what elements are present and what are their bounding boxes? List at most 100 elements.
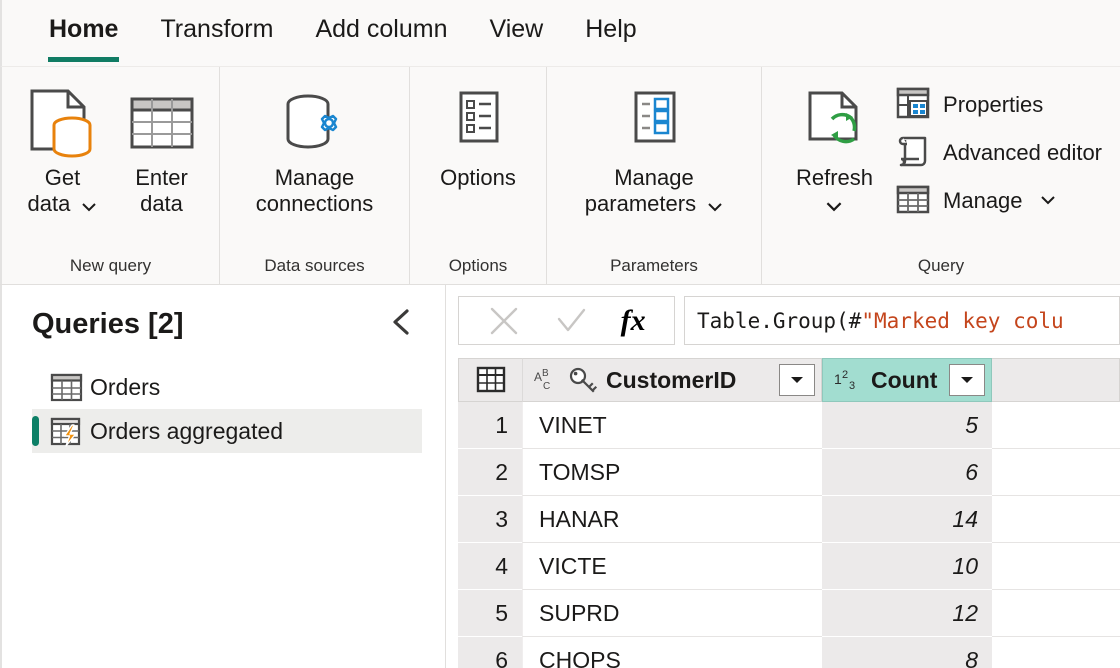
- options-label: Options: [440, 165, 516, 191]
- manage-parameters-icon: [623, 81, 685, 165]
- tab-help[interactable]: Help: [564, 0, 657, 66]
- row-filler: [992, 496, 1120, 543]
- queries-pane: Queries [2]: [0, 285, 446, 668]
- cell-customerid[interactable]: TOMSP: [522, 449, 822, 496]
- column-header-customerid[interactable]: A B C CustomerID: [522, 358, 822, 402]
- queries-list: Orders Orders aggre: [2, 365, 448, 453]
- row-number: 3: [458, 496, 522, 543]
- cell-count[interactable]: 14: [822, 496, 992, 543]
- cell-count[interactable]: 6: [822, 449, 992, 496]
- options-button[interactable]: Options: [430, 77, 526, 191]
- options-icon: [447, 81, 509, 165]
- manage-connections-button[interactable]: Manage connections: [246, 77, 383, 216]
- advanced-editor-icon: [895, 133, 931, 174]
- formula-text: Table.Group(#"Marked key colu: [697, 309, 1064, 333]
- table-row[interactable]: 5 SUPRD 12: [458, 590, 1120, 637]
- chevron-left-icon[interactable]: [380, 303, 422, 346]
- manage-parameters-label-line2: parameters: [585, 191, 723, 218]
- power-query-editor: Home Transform Add column View Help: [0, 0, 1120, 668]
- advanced-editor-button[interactable]: Advanced editor: [887, 129, 1110, 177]
- chevron-down-icon[interactable]: [825, 192, 843, 218]
- properties-icon: [895, 85, 931, 126]
- data-grid: A B C CustomerID: [458, 358, 1120, 668]
- query-item-orders-aggregated[interactable]: Orders aggregated: [32, 409, 422, 453]
- chevron-down-icon[interactable]: [707, 192, 723, 218]
- cell-count[interactable]: 5: [822, 402, 992, 449]
- key-icon: [569, 367, 599, 393]
- tab-transform[interactable]: Transform: [139, 0, 294, 66]
- ribbon-group-label-parameters: Parameters: [547, 256, 761, 284]
- cell-customerid[interactable]: VINET: [522, 402, 822, 449]
- manage-button[interactable]: Manage: [887, 177, 1110, 225]
- properties-button[interactable]: Properties: [887, 81, 1110, 129]
- ribbon-group-data-sources: Manage connections Data sources: [219, 67, 409, 284]
- enter-data-icon: [126, 81, 198, 165]
- svg-text:2: 2: [842, 369, 848, 381]
- manage-connections-label-line1: Manage: [275, 165, 355, 191]
- filter-dropdown-icon[interactable]: [949, 364, 985, 396]
- svg-text:A: A: [534, 370, 542, 384]
- cell-customerid[interactable]: HANAR: [522, 496, 822, 543]
- cell-customerid[interactable]: CHOPS: [522, 637, 822, 668]
- tab-view[interactable]: View: [468, 0, 564, 66]
- grid-header-row: A B C CustomerID: [458, 358, 1120, 402]
- ribbon-body: Get data: [0, 66, 1120, 284]
- column-header-count[interactable]: 1 2 3 Count: [822, 358, 992, 402]
- svg-text:3: 3: [849, 380, 855, 392]
- advanced-editor-label: Advanced editor: [943, 140, 1102, 166]
- refresh-button[interactable]: Refresh: [786, 77, 883, 217]
- chevron-down-icon[interactable]: [1040, 192, 1056, 210]
- tab-add-column-label: Add column: [315, 15, 447, 43]
- grid-header-filler: [992, 358, 1120, 402]
- queries-pane-title: Queries [2]: [32, 308, 184, 341]
- manage-parameters-button[interactable]: Manage parameters: [575, 77, 733, 217]
- chevron-down-icon[interactable]: [81, 192, 97, 218]
- select-all-table-icon[interactable]: [458, 358, 522, 402]
- enter-data-button[interactable]: Enter data: [116, 77, 208, 216]
- row-filler: [992, 590, 1120, 637]
- table-icon: [50, 371, 90, 404]
- cell-count[interactable]: 8: [822, 637, 992, 668]
- get-data-icon: [24, 81, 102, 165]
- cell-customerid[interactable]: SUPRD: [522, 590, 822, 637]
- query-small-buttons: Properties Advanced editor: [887, 77, 1110, 225]
- tab-add-column[interactable]: Add column: [294, 0, 468, 66]
- tab-home[interactable]: Home: [28, 0, 139, 66]
- table-row[interactable]: 1 VINET 5: [458, 402, 1120, 449]
- column-header-customerid-label: CustomerID: [606, 367, 772, 394]
- properties-label: Properties: [943, 92, 1043, 118]
- filter-dropdown-icon[interactable]: [779, 364, 815, 396]
- 123-number-type-icon: 1 2 3: [834, 367, 864, 393]
- data-preview-area: fx Table.Group(#"Marked key colu: [447, 285, 1120, 668]
- row-filler: [992, 637, 1120, 668]
- query-item-orders[interactable]: Orders: [32, 365, 422, 409]
- row-filler: [992, 402, 1120, 449]
- close-icon[interactable]: [487, 304, 521, 338]
- table-row[interactable]: 4 VICTE 10: [458, 543, 1120, 590]
- row-number: 4: [458, 543, 522, 590]
- formula-bar: fx Table.Group(#"Marked key colu: [458, 296, 1120, 345]
- column-header-count-label: Count: [871, 367, 942, 394]
- ribbon-group-parameters: Manage parameters Parameters: [546, 67, 761, 284]
- queries-pane-header: Queries [2]: [32, 303, 422, 346]
- cell-customerid[interactable]: VICTE: [522, 543, 822, 590]
- cell-count[interactable]: 10: [822, 543, 992, 590]
- formula-input[interactable]: Table.Group(#"Marked key colu: [684, 296, 1120, 345]
- table-row[interactable]: 3 HANAR 14: [458, 496, 1120, 543]
- tab-home-label: Home: [49, 15, 118, 43]
- get-data-button[interactable]: Get data: [14, 77, 112, 217]
- query-item-orders-label: Orders: [90, 374, 160, 401]
- manage-icon: [895, 181, 931, 222]
- manage-parameters-label-line1: Manage: [614, 165, 694, 191]
- row-number: 2: [458, 449, 522, 496]
- tab-transform-label: Transform: [160, 15, 273, 43]
- svg-text:B: B: [542, 368, 549, 379]
- table-row[interactable]: 6 CHOPS 8: [458, 637, 1120, 668]
- tab-view-label: View: [489, 15, 543, 43]
- table-row[interactable]: 2 TOMSP 6: [458, 449, 1120, 496]
- enter-data-label-line1: Enter: [135, 165, 188, 191]
- get-data-label-line2: data: [28, 191, 98, 218]
- cell-count[interactable]: 12: [822, 590, 992, 637]
- checkmark-icon[interactable]: [554, 304, 588, 338]
- get-data-label-line1: Get: [45, 165, 80, 191]
